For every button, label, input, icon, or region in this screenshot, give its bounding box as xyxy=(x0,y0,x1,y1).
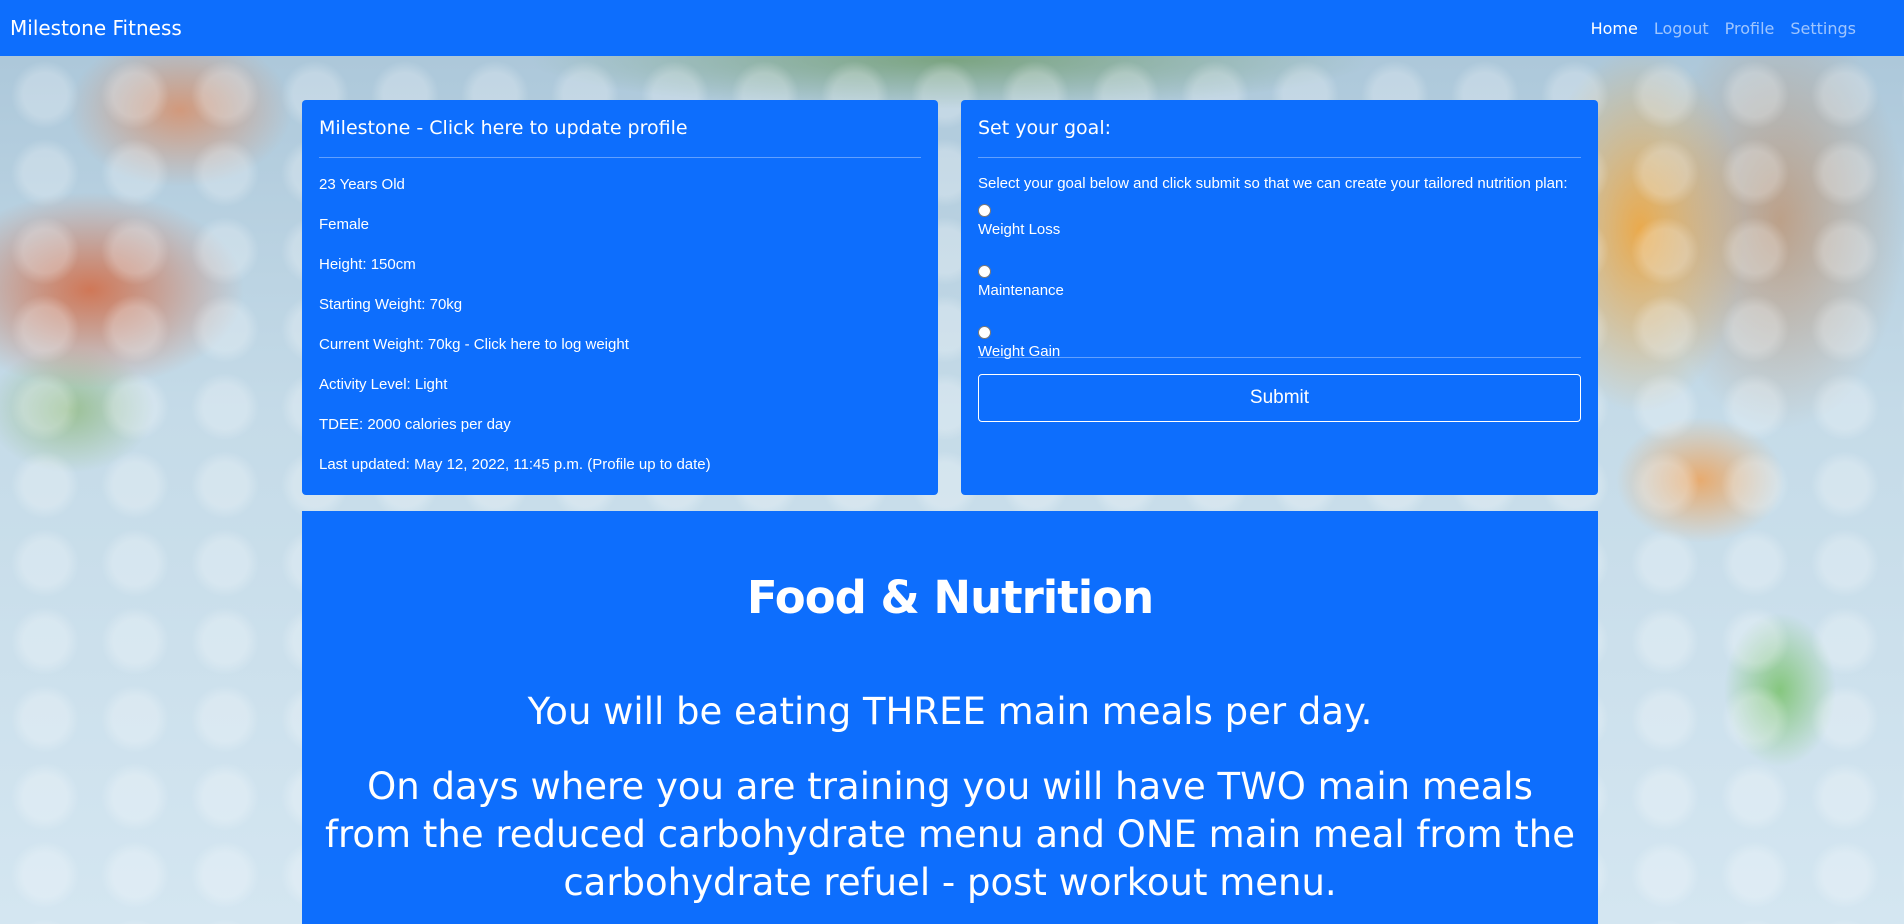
nav-links: Home Logout Profile Settings xyxy=(1583,19,1864,38)
log-weight-link[interactable]: Current Weight: 70kg - Click here to log… xyxy=(319,336,921,376)
goal-instructions: Select your goal below and click submit … xyxy=(978,175,1568,192)
nav-settings[interactable]: Settings xyxy=(1782,19,1864,38)
starting-weight-text: Starting Weight: 70kg xyxy=(319,296,463,313)
goal-card: Set your goal: Select your goal below an… xyxy=(961,100,1598,495)
update-profile-link[interactable]: Milestone - Click here to update profile xyxy=(319,100,921,157)
maintenance-label: Maintenance xyxy=(978,282,1064,299)
nutrition-section: Food & Nutrition You will be eating THRE… xyxy=(302,511,1598,924)
age-text: 23 Years Old xyxy=(319,176,405,193)
training-day-text: On days where you are training you will … xyxy=(325,765,1575,904)
brand-logo[interactable]: Milestone Fitness xyxy=(10,16,182,40)
nav-profile[interactable]: Profile xyxy=(1717,19,1783,38)
divider xyxy=(978,157,1581,158)
weight-loss-radio[interactable] xyxy=(978,204,991,217)
activity-level-text: Activity Level: Light xyxy=(319,376,448,393)
gender-text: Female xyxy=(319,216,370,233)
nutrition-heading: Food & Nutrition xyxy=(746,571,1154,624)
nav-home[interactable]: Home xyxy=(1583,19,1646,38)
goal-option-maintenance[interactable]: Maintenance xyxy=(978,261,1581,322)
profile-card: Milestone - Click here to update profile… xyxy=(302,100,938,495)
goal-option-weight-loss[interactable]: Weight Loss xyxy=(978,200,1581,261)
divider xyxy=(978,357,1581,358)
maintenance-radio[interactable] xyxy=(978,265,991,278)
divider xyxy=(319,157,921,158)
tdee-text: TDEE: 2000 calories per day xyxy=(319,416,511,433)
height-text: Height: 150cm xyxy=(319,256,416,273)
nav-logout[interactable]: Logout xyxy=(1646,19,1717,38)
meals-per-day-text: You will be eating THREE main meals per … xyxy=(527,690,1373,733)
navbar: Milestone Fitness Home Logout Profile Se… xyxy=(0,0,1904,56)
goal-title: Set your goal: xyxy=(978,117,1112,139)
last-updated-text: Last updated: May 12, 2022, 11:45 p.m. (… xyxy=(319,456,711,473)
weight-gain-radio[interactable] xyxy=(978,326,991,339)
submit-button[interactable]: Submit xyxy=(978,374,1581,422)
goal-option-weight-gain[interactable]: Weight Gain xyxy=(978,322,1581,360)
weight-loss-label: Weight Loss xyxy=(978,221,1061,238)
